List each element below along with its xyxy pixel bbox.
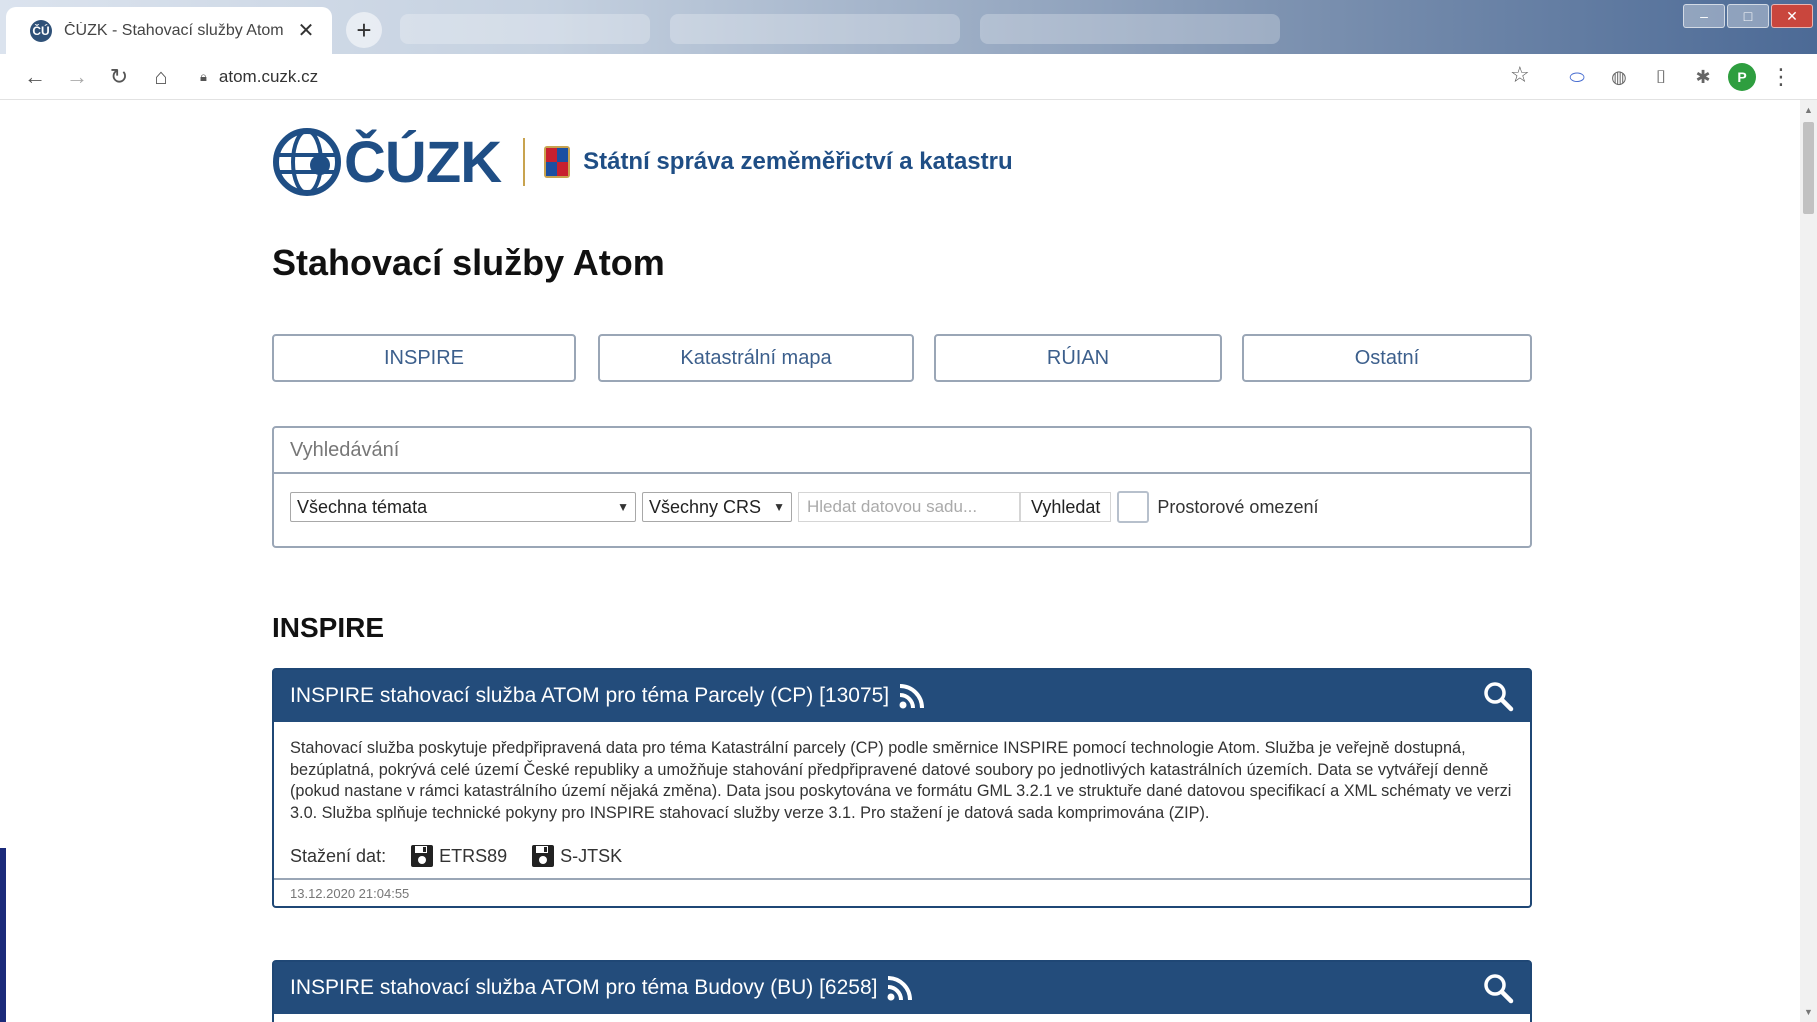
- bookmark-star-icon[interactable]: ☆: [1510, 62, 1530, 88]
- chevron-down-icon: ▼: [773, 500, 785, 514]
- window-close-button[interactable]: ✕: [1771, 4, 1813, 28]
- feed-card-header: INSPIRE stahovací služba ATOM pro téma P…: [274, 670, 1530, 722]
- search-button[interactable]: Vyhledat: [1020, 492, 1112, 522]
- decorative-side-bar: [0, 848, 6, 1022]
- tab-close-icon[interactable]: ✕: [294, 18, 318, 43]
- state-emblem-icon: [544, 146, 571, 178]
- crs-select-value: Všechny CRS: [649, 496, 762, 517]
- search-zoom-icon[interactable]: [1482, 680, 1514, 712]
- rss-feed-icon[interactable]: [885, 973, 915, 1003]
- cuzk-logo[interactable]: ČÚZK: [272, 127, 502, 197]
- feed-title[interactable]: INSPIRE stahovací služba ATOM pro téma P…: [290, 684, 889, 708]
- feed-description: Stahovací služba poskytuje předpřipraven…: [290, 739, 1512, 822]
- category-cadastral-map-button[interactable]: Katastrální mapa: [598, 334, 914, 382]
- new-tab-button[interactable]: +: [346, 12, 382, 48]
- maximize-button[interactable]: □: [1727, 4, 1769, 28]
- browser-tab-active[interactable]: ČÚ ČÚZK - Stahovací služby Atom ✕: [6, 7, 332, 54]
- site-header: ČÚZK Státní správa zeměměřictví a katast…: [272, 124, 1013, 200]
- background-tab[interactable]: [400, 14, 650, 44]
- profile-avatar[interactable]: P: [1728, 63, 1756, 91]
- feed-card-body: Stahovací služba poskytuje předpřipraven…: [274, 722, 1530, 880]
- vertical-scrollbar[interactable]: ▲ ▼: [1800, 100, 1817, 1022]
- tab-favicon-icon: ČÚ: [30, 19, 52, 42]
- search-heading: Vyhledávání: [274, 428, 1530, 474]
- extensions-area: ⬭ ◍ ⌷ ✱ P ⋮: [1560, 60, 1798, 94]
- download-sjtsk-label: S-JTSK: [560, 845, 623, 866]
- minimize-button[interactable]: –: [1683, 4, 1725, 28]
- floppy-disk-icon: [411, 845, 434, 867]
- search-input[interactable]: [798, 492, 1020, 522]
- forward-arrow-icon[interactable]: →: [56, 59, 98, 95]
- search-panel: Vyhledávání Všechna témata ▼ Všechny CRS…: [272, 426, 1532, 548]
- camera-icon[interactable]: ⌷: [1644, 60, 1678, 94]
- scroll-down-arrow-icon[interactable]: ▼: [1800, 1004, 1817, 1020]
- download-etrs89-label: ETRS89: [439, 845, 508, 866]
- background-tab[interactable]: [670, 14, 960, 44]
- feed-card: INSPIRE stahovací služba ATOM pro téma P…: [272, 668, 1532, 908]
- back-arrow-icon[interactable]: ←: [14, 59, 56, 95]
- page-title: Stahovací služby Atom: [272, 242, 665, 283]
- download-sjtsk-link[interactable]: S-JTSK: [531, 844, 622, 868]
- scrollbar-thumb[interactable]: [1803, 122, 1814, 214]
- extension-globe-icon[interactable]: ◍: [1602, 60, 1636, 94]
- feed-title[interactable]: INSPIRE stahovací služba ATOM pro téma B…: [290, 976, 877, 1000]
- search-controls: Všechna témata ▼ Všechny CRS ▼ Vyhledat …: [290, 491, 1319, 523]
- chevron-down-icon: ▼: [617, 500, 629, 514]
- rss-feed-icon[interactable]: [897, 681, 927, 711]
- theme-select[interactable]: Všechna témata ▼: [290, 492, 636, 522]
- search-zoom-icon[interactable]: [1482, 972, 1514, 1004]
- section-title-inspire: INSPIRE: [272, 612, 385, 643]
- download-row: Stažení dat: ETRS89 S-JTSK: [290, 844, 1514, 868]
- tab-title: ČÚZK - Stahovací služby Atom: [64, 21, 284, 39]
- page-content: ČÚZK Státní správa zeměměřictví a katast…: [0, 100, 1800, 1022]
- puzzle-icon[interactable]: ✱: [1686, 60, 1720, 94]
- menu-dots-icon[interactable]: ⋮: [1764, 60, 1798, 94]
- spatial-filter-label: Prostorové omezení: [1157, 496, 1319, 517]
- category-other-button[interactable]: Ostatní: [1242, 334, 1532, 382]
- organization-name: Státní správa zeměměřictví a katastru: [583, 148, 1013, 175]
- category-ruian-button[interactable]: RÚIAN: [934, 334, 1222, 382]
- home-icon[interactable]: ⌂: [140, 59, 182, 95]
- window-controls: – □ ✕: [1683, 4, 1813, 28]
- feed-card: INSPIRE stahovací služba ATOM pro téma B…: [272, 960, 1532, 1022]
- crs-select[interactable]: Všechny CRS ▼: [642, 492, 792, 522]
- feed-card-header: INSPIRE stahovací služba ATOM pro téma B…: [274, 962, 1530, 1014]
- browser-tabstrip: ČÚ ČÚZK - Stahovací služby Atom ✕ + – □ …: [0, 0, 1817, 54]
- feed-updated-timestamp: 13.12.2020 21:04:55: [290, 885, 410, 901]
- floppy-disk-icon: [532, 845, 555, 867]
- extension-icon[interactable]: ⬭: [1560, 60, 1594, 94]
- globe-logo-icon: [273, 128, 341, 196]
- browser-toolbar: ← → ↻ ⌂ 🔒︎ atom.cuzk.cz ☆ ⬭ ◍ ⌷ ✱ P ⋮: [0, 54, 1817, 100]
- lock-icon: 🔒︎: [200, 69, 207, 84]
- spatial-filter-checkbox[interactable]: [1117, 491, 1150, 523]
- scroll-up-arrow-icon[interactable]: ▲: [1800, 102, 1817, 118]
- reload-icon[interactable]: ↻: [98, 59, 140, 95]
- background-tab[interactable]: [980, 14, 1280, 44]
- header-divider: [523, 138, 526, 186]
- url-text: atom.cuzk.cz: [218, 67, 319, 86]
- download-label: Stažení dat:: [290, 845, 387, 866]
- logo-text: ČÚZK: [344, 129, 502, 195]
- download-etrs89-link[interactable]: ETRS89: [410, 844, 507, 868]
- theme-select-value: Všechna témata: [297, 496, 428, 517]
- address-bar[interactable]: 🔒︎ atom.cuzk.cz: [200, 61, 1560, 93]
- category-inspire-button[interactable]: INSPIRE: [272, 334, 576, 382]
